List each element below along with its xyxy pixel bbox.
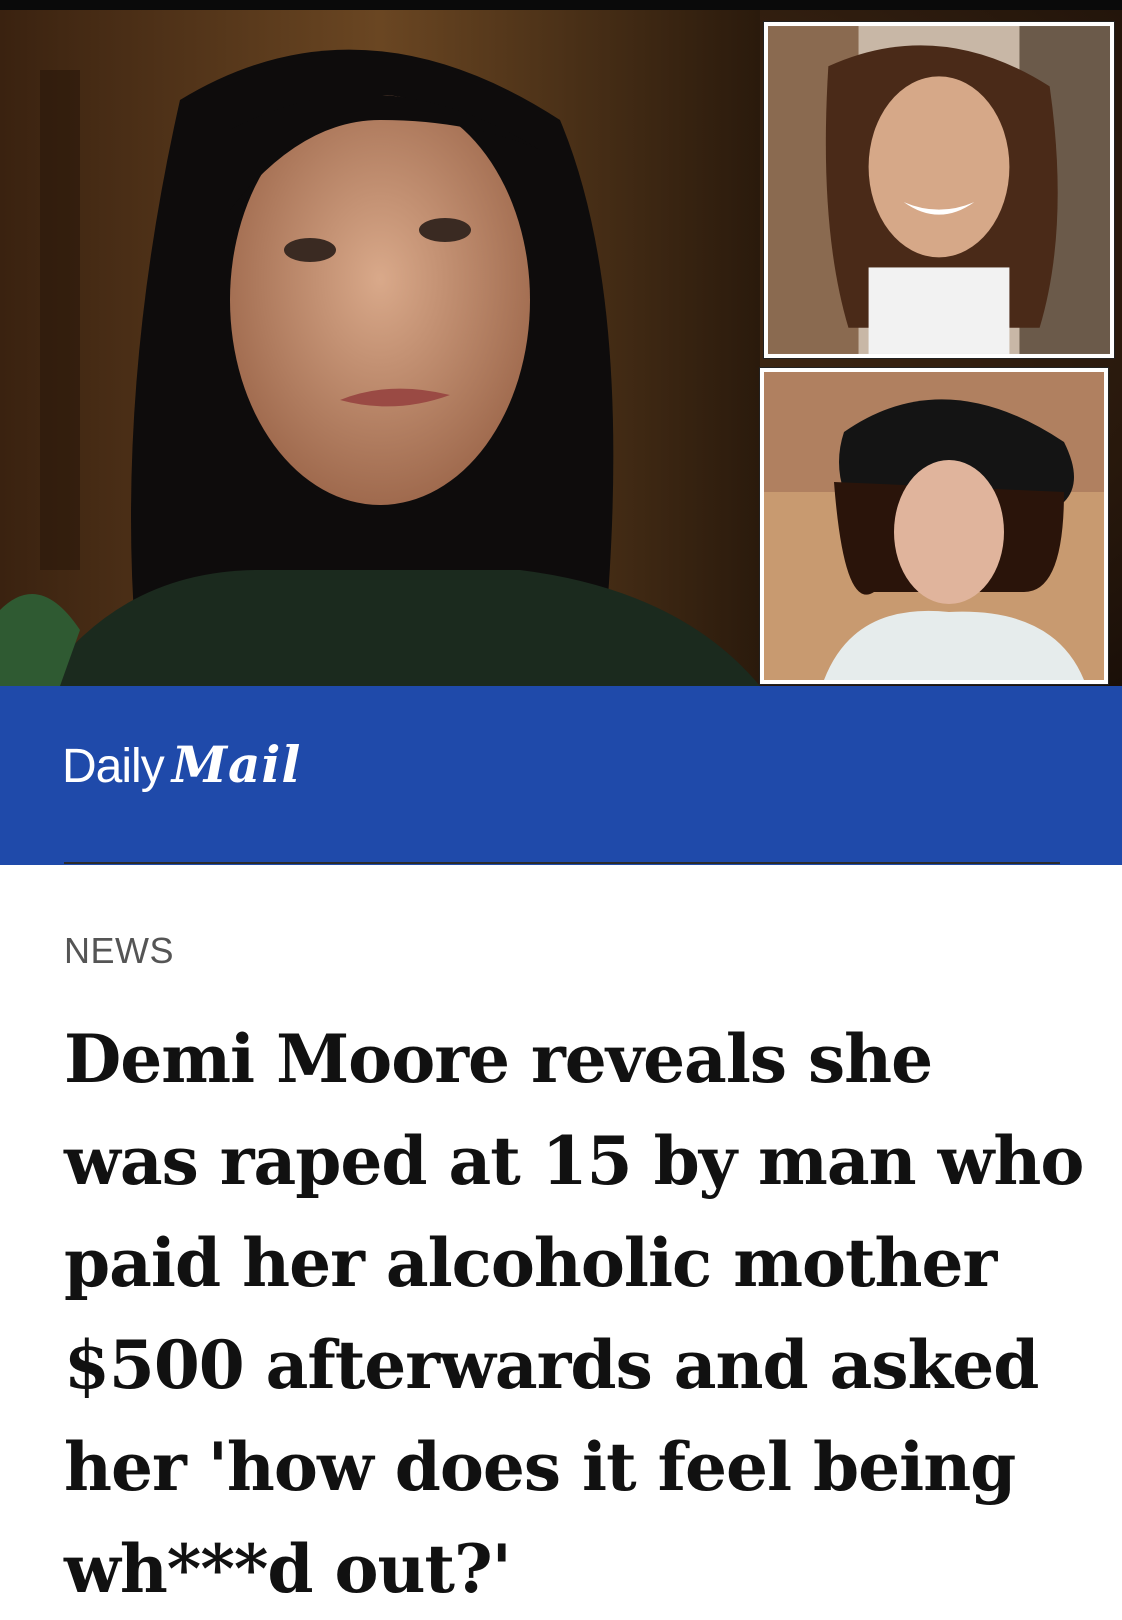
daily-mail-logo[interactable]: Daily Mail xyxy=(62,735,301,805)
hero-image[interactable] xyxy=(0,10,1122,686)
article-headline[interactable]: Demi Moore reveals she was raped at 15 b… xyxy=(64,1008,1084,1620)
logo-mail-text: Mail xyxy=(171,735,302,794)
top-strip xyxy=(0,0,1122,10)
inset-photo-teen xyxy=(764,22,1114,358)
logo-daily-text: Daily xyxy=(62,740,165,793)
inset-photo-young-woman xyxy=(760,368,1108,684)
young-woman-hat-photo xyxy=(764,372,1104,680)
main-photo xyxy=(0,10,760,686)
teen-girl-smiling-photo xyxy=(768,26,1110,354)
section-label[interactable]: NEWS xyxy=(64,930,174,972)
divider xyxy=(64,862,1060,864)
